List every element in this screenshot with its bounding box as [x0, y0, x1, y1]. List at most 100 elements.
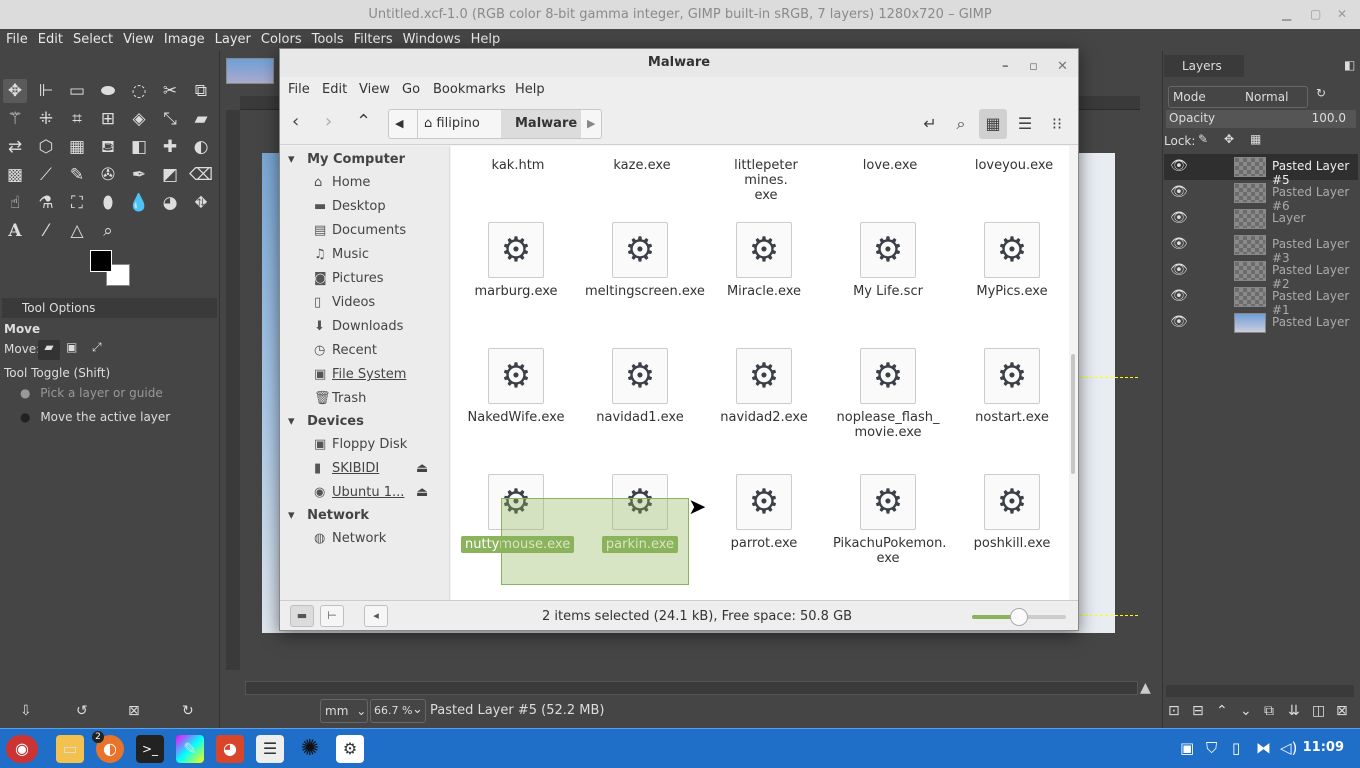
radio-move-active[interactable]: ● Move the active layer [20, 410, 170, 424]
radio-pick-layer[interactable]: ● Pick a layer or guide [20, 386, 163, 400]
forward-icon[interactable]: › [325, 111, 332, 132]
rect-select-icon[interactable]: ▭ [65, 79, 89, 103]
mode-reset-icon[interactable]: ↻ [1316, 86, 1326, 100]
tool-options-tab[interactable]: Tool Options [2, 298, 217, 318]
layer-row[interactable]: 👁 Layer [1164, 206, 1358, 232]
visibility-eye-icon[interactable]: 👁 [1170, 184, 1188, 200]
paths-icon[interactable]: ⛖ [189, 191, 213, 215]
heal-icon[interactable]: ✚ [158, 135, 182, 159]
unified-transform-icon[interactable]: ⊞ [96, 107, 120, 131]
measure-icon[interactable]: △ [65, 219, 89, 243]
sidebar-item-documents[interactable]: ▤ Documents [314, 223, 406, 238]
perspective-clone-icon[interactable]: ⛶ [65, 191, 89, 215]
terminal-icon[interactable]: >_ [136, 735, 164, 763]
volume-icon[interactable]: ◁) [1280, 739, 1297, 757]
lock-position-icon[interactable]: ✥ [1224, 132, 1234, 146]
crumb-left-icon[interactable]: ◀ [395, 110, 403, 138]
virus-icon[interactable]: ✺ [296, 735, 324, 763]
shield-icon[interactable]: ⛉ [1206, 739, 1217, 757]
fm-menu-view[interactable]: View [359, 82, 390, 97]
close-icon[interactable]: ✕ [1337, 0, 1347, 29]
sidebar-item-downloads[interactable]: ⬇ Downloads [314, 319, 403, 334]
file-item[interactable]: love.exe [835, 158, 945, 173]
file-item[interactable]: ⚙ navidad1.exe [585, 348, 695, 425]
layer-row[interactable]: 👁 Pasted Layer #1 [1164, 284, 1358, 317]
visibility-eye-icon[interactable]: 👁 [1170, 288, 1188, 304]
visibility-eye-icon[interactable]: 👁 [1170, 314, 1188, 330]
lock-alpha-icon[interactable]: ▦ [1250, 132, 1261, 146]
new-group-icon[interactable]: ⊟ [1192, 703, 1204, 719]
sidebar-head-devices[interactable]: ▾ Devices [288, 414, 364, 429]
reset-options-icon[interactable]: ↻ [182, 703, 194, 719]
layer-row[interactable]: 👁 Pasted Layer [1164, 310, 1358, 336]
eject-icon[interactable]: ⏏ [416, 461, 428, 476]
sidebar-item-recent[interactable]: ◷ Recent [314, 343, 377, 358]
pencil-icon[interactable]: ✎ [65, 163, 89, 187]
file-item[interactable]: ⚙ PikachuPokemon. exe [833, 474, 946, 566]
pattern-icon[interactable]: ▩ [3, 163, 27, 187]
lock-pixels-icon[interactable]: ✎ [1198, 132, 1208, 146]
shear-icon[interactable]: ▰ [189, 107, 213, 131]
file-item[interactable]: ⚙ nostart.exe [957, 348, 1067, 425]
network-tray-icon[interactable]: ⧓ [1256, 739, 1271, 757]
layer-mode-selector[interactable]: Mode Normal [1168, 86, 1308, 108]
fuzzy-select-icon[interactable]: ⚚ [3, 107, 27, 131]
crumb-home[interactable]: ⌂ filipino [417, 110, 507, 138]
sidebar-item-ubuntu[interactable]: ◉ Ubuntu 1... [314, 485, 404, 500]
zoom-chevron-icon[interactable]: ⌄ [412, 702, 423, 717]
anchor-icon[interactable]: ⇊ [1288, 703, 1300, 719]
color-picker-icon[interactable]: ⁄ [34, 219, 58, 243]
ink-icon[interactable]: ✒ [127, 163, 151, 187]
file-item[interactable]: ⚙ My Life.scr [833, 222, 943, 299]
sidebar-item-desktop[interactable]: ▬ Desktop [314, 199, 386, 214]
delete-options-icon[interactable]: ⊠ [128, 703, 140, 719]
crumb-malware[interactable]: Malware [501, 110, 581, 138]
visibility-eye-icon[interactable]: 👁 [1170, 262, 1188, 278]
crumb-right-icon[interactable]: ▶ [587, 110, 595, 138]
file-item[interactable]: ⚙ meltingscreen.exe [585, 222, 705, 299]
toggle-location-icon[interactable]: ↵ [916, 109, 944, 139]
image-tab-thumbnail[interactable] [226, 58, 274, 84]
sidebar-item-network[interactable]: ◍ Network [314, 531, 386, 546]
minimize-icon[interactable]: ▁ [1282, 0, 1291, 29]
fm-vertical-scrollbar[interactable] [1071, 354, 1075, 474]
file-item[interactable]: kaze.exe [587, 158, 697, 173]
restore-options-icon[interactable]: ↺ [76, 703, 88, 719]
menu-view[interactable]: View [119, 29, 158, 51]
grid-icon[interactable]: ▦ [65, 135, 89, 159]
fm-menu-edit[interactable]: Edit [322, 82, 347, 97]
new-layer-icon[interactable]: ⊡ [1168, 703, 1180, 719]
sidebar-item-trash[interactable]: 🗑Trash [314, 391, 366, 406]
file-item[interactable]: ⚙ NakedWife.exe [461, 348, 571, 425]
bucket-fill-icon[interactable]: ⛾ [96, 135, 120, 159]
layer-row[interactable]: 👁 Pasted Layer #6 [1164, 180, 1358, 213]
align-tool-icon[interactable]: ⊩ [34, 79, 58, 103]
sidebar-item-pictures[interactable]: ◙ Pictures [314, 271, 383, 286]
settings-gear-icon[interactable]: ⚙ [336, 735, 364, 763]
lasso-icon[interactable]: ◌ [127, 79, 151, 103]
file-item[interactable]: ⚙ noplease_flash_ movie.exe [833, 348, 943, 440]
sidebar-head-network[interactable]: ▾ Network [288, 508, 369, 523]
drop-icon[interactable]: 💧 [127, 191, 151, 215]
move-path-mode-icon[interactable]: ⤢ [92, 340, 102, 355]
file-item[interactable]: ⚙ poshkill.exe [957, 474, 1067, 551]
compact-view-icon[interactable]: ⁝⁝ [1043, 109, 1071, 139]
burn-icon[interactable]: ◕ [158, 191, 182, 215]
visibility-eye-icon[interactable]: 👁 [1170, 210, 1188, 226]
menu-edit[interactable]: Edit [34, 29, 67, 51]
file-item[interactable]: loveyou.exe [959, 158, 1069, 173]
fm-menu-go[interactable]: Go [402, 82, 420, 97]
document-icon[interactable]: ☰ [256, 735, 284, 763]
navigate-icon[interactable]: ▲ [1140, 680, 1151, 696]
visibility-eye-icon[interactable]: 👁 [1170, 236, 1188, 252]
ellipse-select-icon[interactable]: ⬬ [96, 79, 120, 103]
list-view-icon[interactable]: ☰ [1011, 109, 1039, 139]
panel-menu-icon[interactable]: ◧ [1344, 58, 1355, 72]
fm-menu-bookmarks[interactable]: Bookmarks [433, 82, 506, 97]
eject-icon[interactable]: ⏏ [416, 485, 428, 500]
menu-select[interactable]: Select [69, 29, 117, 51]
duplicate-layer-icon[interactable]: ⧉ [1264, 703, 1274, 719]
start-menu-icon[interactable]: ◉ [6, 735, 38, 763]
gimp-icon[interactable]: ◕ [216, 735, 244, 763]
save-options-icon[interactable]: ⇩ [20, 703, 32, 719]
